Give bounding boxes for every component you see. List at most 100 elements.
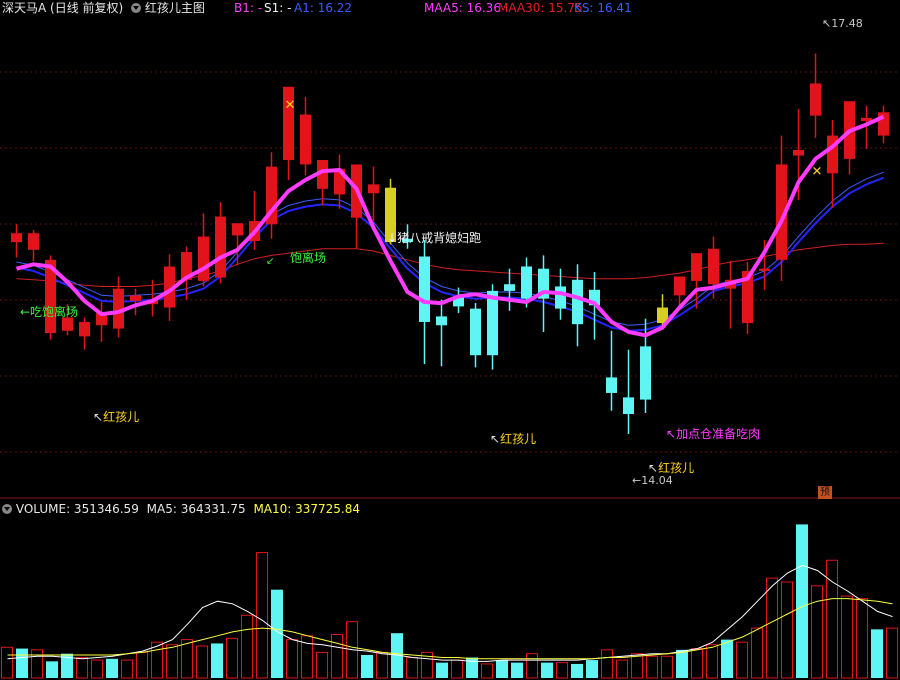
volume-bar [766,577,778,679]
candle-body [28,233,39,250]
indicator-dropdown-icon[interactable] [131,3,142,13]
annotation-honghaier-1: ↖红孩儿 [93,410,139,424]
volume-bar [511,662,523,678]
a1-value: A1: 16.22 [294,1,353,15]
volume-dropdown-icon[interactable] [2,504,12,514]
volume-bar [331,633,343,679]
volume-bar [376,651,388,679]
volume-bar [691,648,703,679]
volume-bar [751,627,763,679]
volume-bar [286,639,298,679]
volume-bar [361,654,373,678]
candle-body [674,276,685,296]
volume-bar [46,661,58,678]
volume-bar [676,649,688,678]
volume-bar [211,643,223,678]
main-header: 深天马A (日线 前复权) 红孩儿主图 [2,0,205,16]
indicator-name[interactable]: 红孩儿主图 [145,1,205,15]
candle-body [436,316,447,326]
forecast-badge[interactable]: 预 [818,486,832,499]
annotation-jiadiancang: ↖加点仓准备吃肉 [666,427,760,441]
volume-bar [481,663,493,679]
period-label[interactable]: (日线 前复权) [50,1,123,15]
candle-body [215,216,226,278]
maa30-value: MAA30: 15.75 [498,1,583,15]
candle-body [504,284,515,291]
chart-stage[interactable]: ✕ ✕ 深天马A (日线 前复权) 红孩儿主图 B1: - S1: - A1: 1… [0,0,900,680]
b1-value: B1: - [234,1,263,15]
arrow-left-icon: ← [632,474,642,487]
vol-ma5-value: MA5: 364331.75 [146,502,246,516]
volume-bar [121,659,133,679]
volume-bar [256,552,268,679]
candle-body [368,184,379,194]
candle-body [232,223,243,236]
volume-bar [1,646,13,679]
vol-ma10-line [7,598,893,660]
candle-body [623,397,634,415]
volume-bar [526,653,538,679]
stock-name[interactable]: 深天马A [2,1,46,15]
arrow-nw-icon: ↖ [648,461,659,475]
arrow-nw-icon: ↖ [490,432,501,446]
candle-body [11,233,22,243]
volume-bar [226,637,238,679]
volume-bar [661,655,673,679]
cross-marker-icon: ✕ [285,98,296,113]
annotation-zhubajie-text: 猪八戒背媳妇跑 [397,231,482,245]
volume-value: VOLUME: 351346.59 [15,502,139,516]
volume-header: VOLUME: 351346.59 MA5: 364331.75 MA10: 3… [2,501,360,517]
volume-bar [736,641,748,679]
candle-body [419,256,430,322]
volume-bar [811,585,823,679]
volume-bar [556,662,568,679]
annotation-chibao-lichang: ←吃饱离场 [20,305,79,319]
candle-body [130,295,141,301]
volume-bar [646,655,658,679]
kline-chart[interactable]: ✕✕ [0,0,900,680]
annotation-honghaier-2-text: 红孩儿 [500,432,537,446]
volume-bar [181,639,193,679]
candle-body [691,253,702,281]
maa5-value: MAA5: 16.36 [424,1,501,15]
annotation-honghaier-3-text: 红孩儿 [658,461,695,475]
max-price-value: 17.48 [831,17,863,30]
volume-bar [166,644,178,679]
annotation-bao-lichang: 饱离场 [290,251,327,265]
ks-value: KS: 16.41 [574,1,632,15]
ma-blue-line [16,176,884,332]
volume-bar [76,657,88,679]
volume-bar [436,662,448,678]
arrow-nw-icon: ↖ [822,17,832,30]
vol-ma10-value: MA10: 337725.84 [253,502,361,516]
volume-bar [706,644,718,679]
volume-bar [316,651,328,679]
annotation-jiadiancang-text: 加点仓准备吃肉 [676,427,761,441]
arrow-down-icon: ↙ [266,256,275,267]
volume-bar [781,581,793,679]
candle-body [572,279,583,325]
volume-bar [106,658,118,678]
vol-ma5-line [7,564,893,662]
candle-body [555,286,566,309]
volume-bar [601,649,613,679]
volume-bar [571,663,583,678]
candle-body [793,150,804,156]
annotation-honghaier-2: ↖红孩儿 [490,432,536,446]
candle-body [521,266,532,299]
candle-body [470,308,481,356]
volume-bar [496,660,508,678]
candle-body [487,290,498,356]
annotation-zhubajie: ↓猪八戒背媳妇跑 [387,231,481,245]
arrow-nw-icon: ↖ [93,410,104,424]
volume-bar [856,598,868,679]
candle-body [640,346,651,400]
volume-bar [796,524,808,678]
candle-body [300,114,311,165]
volume-bar [451,659,463,679]
min-price-value: 14.04 [641,474,673,487]
max-price-marker: ↖17.48 [822,18,863,30]
candle-body [79,321,90,337]
annotation-honghaier-1-text: 红孩儿 [103,410,140,424]
volume-bar [196,645,208,679]
